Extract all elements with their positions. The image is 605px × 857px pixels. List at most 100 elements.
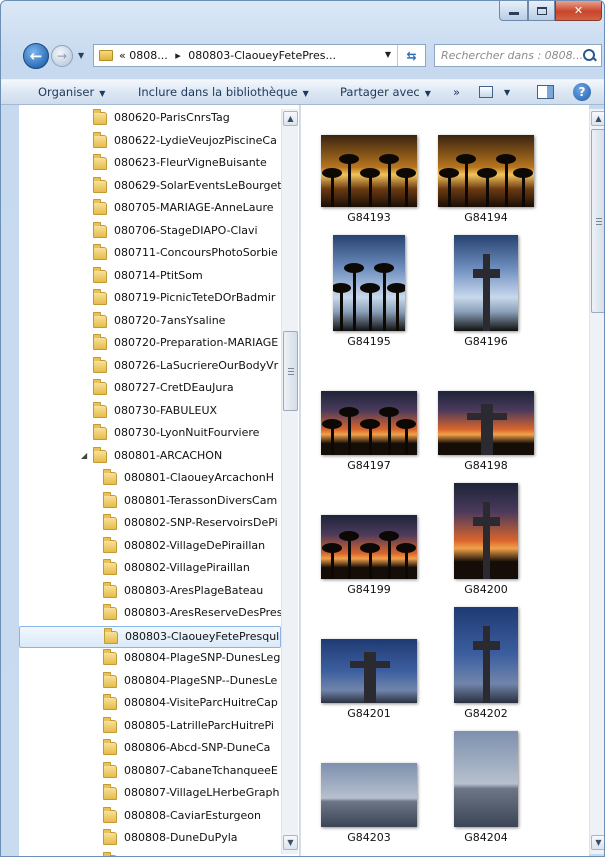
organize-menu[interactable]: Organiser ▼	[38, 85, 105, 99]
tree-item[interactable]: 080802-SNP-ReservoirsDePi	[19, 513, 281, 535]
tree-item-label: 080730-LyonNuitFourviere	[114, 426, 260, 439]
tree-item[interactable]: 080805-LatrilleParcHuitrePi	[19, 716, 281, 738]
tree-item[interactable]: 080705-MARIAGE-AnneLaure	[19, 198, 281, 220]
include-library-menu[interactable]: Inclure dans la bibliothèque ▼	[138, 85, 309, 99]
tree-item[interactable]: 080623-FleurVigneBuisante	[19, 153, 281, 175]
scroll-up-icon[interactable]: ▲	[283, 111, 298, 126]
tree-item[interactable]: 080719-PicnicTeteDOrBadmir	[19, 288, 281, 310]
address-bar[interactable]: « 0808... ▸ 080803-ClaoueyFetePres... ▼ …	[93, 44, 426, 67]
help-icon[interactable]: ?	[573, 83, 591, 101]
breadcrumb-item[interactable]: 0808...	[129, 49, 167, 62]
tree-item[interactable]: 080807-CabaneTchanqueeE	[19, 761, 281, 783]
tree-item[interactable]: 080803-AresPlageBateau	[19, 581, 281, 603]
tree-item[interactable]: 080804-VisiteParcHuitreCap	[19, 693, 281, 715]
file-thumbnail-item[interactable]: G84203	[309, 731, 429, 849]
scroll-up-icon[interactable]: ▲	[591, 111, 604, 126]
maximize-button[interactable]	[528, 1, 555, 21]
tree-item-label: 080808-DuneDuPylaParapen	[124, 854, 282, 857]
file-thumbnail-item[interactable]: G84196	[426, 235, 546, 353]
more-commands-button[interactable]: »	[453, 85, 460, 99]
view-options-dropdown[interactable]: ▼	[504, 88, 510, 97]
breadcrumb-separator-icon[interactable]: ▸	[175, 49, 181, 62]
address-dropdown-icon[interactable]: ▼	[385, 50, 391, 59]
tree-item[interactable]: 080801-ClaoueyArcachonH	[19, 468, 281, 490]
tree-item[interactable]: 080706-StageDIAPO-Clavi	[19, 221, 281, 243]
tree-item[interactable]: 080711-ConcoursPhotoSorbie	[19, 243, 281, 265]
file-thumbnail-item[interactable]: G84204	[426, 731, 546, 849]
tree-item-label: 080801-ARCACHON	[114, 448, 223, 462]
tree-item-label: 080727-CretDEauJura	[114, 381, 234, 394]
tree-item[interactable]: 080804-PlageSNP-DunesLeg	[19, 648, 281, 670]
tree-item[interactable]: 080808-DuneDuPylaParapen	[19, 851, 282, 857]
file-thumbnail-item[interactable]: G84200	[426, 483, 546, 601]
folder-icon	[103, 491, 117, 508]
tree-item[interactable]: 080802-VillageDePiraillan	[19, 536, 281, 558]
tree-item[interactable]: 080730-FABULEUX	[19, 401, 281, 423]
tree-item[interactable]: 080808-CaviarEsturgeon	[19, 806, 281, 828]
search-box[interactable]: Rechercher dans : 0808...	[434, 44, 602, 67]
tree-item[interactable]: 080802-VillagePiraillan	[19, 558, 281, 580]
file-thumbnail-item[interactable]: G84194	[426, 111, 546, 229]
scroll-down-icon[interactable]: ▼	[283, 835, 298, 850]
minimize-button[interactable]	[499, 1, 528, 21]
folder-icon	[103, 694, 117, 710]
back-button[interactable]: ←	[23, 43, 49, 69]
tree-item-label: 080802-VillageDePiraillan	[124, 538, 266, 552]
file-name-label: G84204	[464, 831, 508, 844]
tree-item[interactable]: 080808-DuneDuPyla	[19, 828, 281, 850]
file-name-label: G84201	[347, 707, 391, 720]
tree-item[interactable]: 080620-ParisCnrsTag	[19, 108, 281, 130]
file-list-scrollbar[interactable]: ▲ ▼	[589, 109, 604, 854]
forward-button[interactable]: →	[51, 45, 73, 67]
tree-item[interactable]: 080803-AresReserveDesPres	[19, 603, 282, 625]
folder-icon	[103, 604, 117, 620]
tree-item[interactable]: 080622-LydieVeujozPiscineCa	[19, 131, 281, 153]
include-library-label: Inclure dans la bibliothèque	[138, 85, 298, 99]
scrollbar-thumb[interactable]	[283, 331, 298, 411]
file-thumbnail-item[interactable]: G84193	[309, 111, 429, 229]
tree-item[interactable]: 080806-Abcd-SNP-DuneCa	[19, 738, 281, 760]
tree-item-label: 080801-ClaoueyArcachonH	[124, 471, 275, 484]
navigation-scrollbar[interactable]: ▲ ▼	[281, 109, 298, 854]
refresh-icon: ⇆	[406, 48, 417, 63]
breadcrumb-overflow[interactable]: «	[119, 49, 126, 62]
scroll-down-icon[interactable]: ▼	[591, 835, 604, 850]
tree-item-label: 080705-MARIAGE-AnneLaure	[114, 201, 274, 214]
refresh-button[interactable]: ⇆	[397, 45, 425, 66]
search-icon[interactable]	[582, 48, 598, 64]
photo-thumbnail	[321, 135, 417, 207]
file-thumbnail-item[interactable]: G84201	[309, 607, 429, 725]
tree-item[interactable]: 080727-CretDEauJura	[19, 378, 281, 400]
folder-icon	[93, 289, 107, 305]
tree-item[interactable]: 080801-TerassonDiversCam	[19, 491, 281, 513]
tree-item[interactable]: 080730-LyonNuitFourviere	[19, 423, 281, 445]
share-with-menu[interactable]: Partager avec ▼	[340, 85, 431, 99]
tree-item-label: 080804-PlageSNP--DunesLe	[124, 673, 278, 687]
search-input[interactable]: Rechercher dans : 0808...	[441, 49, 582, 62]
expand-collapse-icon[interactable]: ◢	[81, 451, 87, 460]
file-thumbnail-item[interactable]: G84198	[426, 359, 546, 477]
scrollbar-thumb[interactable]	[591, 129, 604, 313]
title-bar: ✕	[1, 1, 604, 31]
change-view-icon[interactable]	[479, 86, 493, 98]
photo-thumbnail	[454, 731, 518, 827]
folder-icon	[103, 469, 117, 485]
tree-item[interactable]: 080803-ClaoueyFetePresqul	[19, 625, 281, 648]
tree-item[interactable]: 080804-PlageSNP--DunesLe	[19, 671, 281, 693]
tree-item[interactable]: 080714-PtitSom	[19, 266, 281, 288]
preview-pane-icon[interactable]	[537, 85, 554, 99]
tree-item[interactable]: 080629-SolarEventsLeBourget	[19, 176, 282, 198]
file-thumbnail-item[interactable]: G84199	[309, 483, 429, 601]
file-thumbnail-item[interactable]: G84195	[309, 235, 429, 353]
recent-pages-dropdown[interactable]: ▼	[78, 51, 84, 60]
tree-item[interactable]: 080720-Preparation-MARIAGE	[19, 333, 281, 355]
file-thumbnail-item[interactable]: G84197	[309, 359, 429, 477]
file-thumbnail-item[interactable]: G84202	[426, 607, 546, 725]
breadcrumb-item-current[interactable]: 080803-ClaoueyFetePres...	[188, 49, 336, 62]
tree-item[interactable]: 080720-7ansYsaline	[19, 311, 281, 333]
file-name-label: G84193	[347, 211, 391, 224]
close-button[interactable]: ✕	[555, 1, 602, 21]
tree-item[interactable]: 080807-VillageLHerbeGraph	[19, 783, 281, 805]
tree-item[interactable]: ◢ 080801-ARCACHON	[19, 446, 281, 468]
tree-item[interactable]: 080726-LaSucriereOurBodyVr	[19, 356, 281, 378]
